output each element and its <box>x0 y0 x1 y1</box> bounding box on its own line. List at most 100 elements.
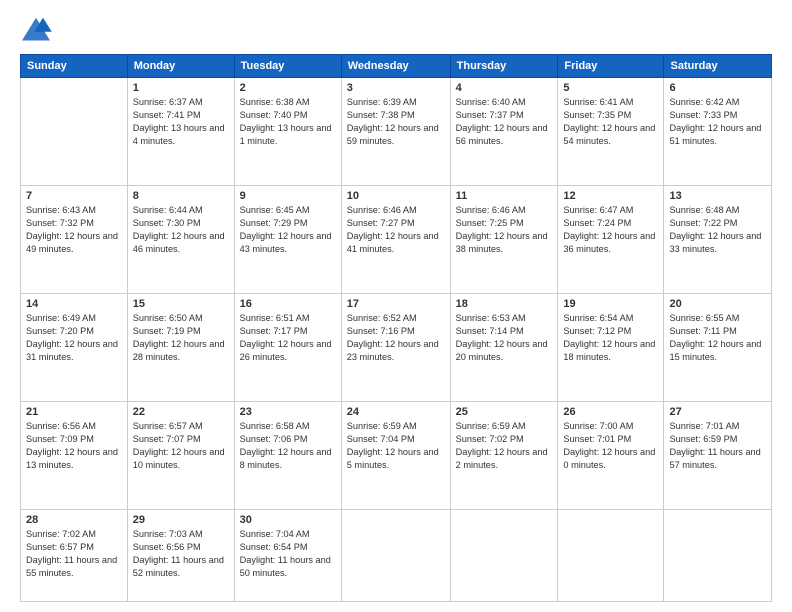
calendar-cell <box>664 510 772 602</box>
cell-info: Sunrise: 6:55 AM Sunset: 7:11 PM Dayligh… <box>669 312 766 364</box>
calendar-table: SundayMondayTuesdayWednesdayThursdayFrid… <box>20 54 772 602</box>
cell-date-number: 26 <box>563 406 658 418</box>
calendar-cell: 11 Sunrise: 6:46 AM Sunset: 7:25 PM Dayli… <box>450 186 558 294</box>
cell-info: Sunrise: 6:46 AM Sunset: 7:25 PM Dayligh… <box>456 204 553 256</box>
cell-info: Sunrise: 7:01 AM Sunset: 6:59 PM Dayligh… <box>669 420 766 472</box>
calendar-cell: 30 Sunrise: 7:04 AM Sunset: 6:54 PM Dayli… <box>234 510 341 602</box>
cell-date-number: 16 <box>240 298 336 310</box>
calendar-cell <box>450 510 558 602</box>
calendar-week-4: 21Sunrise: 6:56 AM Sunset: 7:09 PM Dayli… <box>21 402 772 510</box>
cell-info: Sunrise: 7:04 AM Sunset: 6:54 PM Dayligh… <box>240 528 336 580</box>
calendar-cell <box>341 510 450 602</box>
cell-date-number: 10 <box>347 190 445 202</box>
cell-info: Sunrise: 6:40 AM Sunset: 7:37 PM Dayligh… <box>456 96 553 148</box>
cell-info: Sunrise: 6:43 AM Sunset: 7:32 PM Dayligh… <box>26 204 122 256</box>
cell-info: Sunrise: 7:02 AM Sunset: 6:57 PM Dayligh… <box>26 528 122 580</box>
cell-date-number: 5 <box>563 82 658 94</box>
cell-info: Sunrise: 6:57 AM Sunset: 7:07 PM Dayligh… <box>133 420 229 472</box>
calendar-cell: 19 Sunrise: 6:54 AM Sunset: 7:12 PM Dayli… <box>558 294 664 402</box>
logo <box>20 16 56 44</box>
cell-date-number: 20 <box>669 298 766 310</box>
calendar-cell: 29Sunrise: 7:03 AM Sunset: 6:56 PM Dayli… <box>127 510 234 602</box>
calendar-cell: 20 Sunrise: 6:55 AM Sunset: 7:11 PM Dayli… <box>664 294 772 402</box>
cell-info: Sunrise: 6:47 AM Sunset: 7:24 PM Dayligh… <box>563 204 658 256</box>
calendar-cell: 14 Sunrise: 6:49 AM Sunset: 7:20 PM Dayli… <box>21 294 128 402</box>
cell-info: Sunrise: 6:59 AM Sunset: 7:02 PM Dayligh… <box>456 420 553 472</box>
day-header-tuesday: Tuesday <box>234 55 341 78</box>
cell-info: Sunrise: 6:39 AM Sunset: 7:38 PM Dayligh… <box>347 96 445 148</box>
cell-date-number: 22 <box>133 406 229 418</box>
cell-info: Sunrise: 6:54 AM Sunset: 7:12 PM Dayligh… <box>563 312 658 364</box>
cell-info: Sunrise: 6:52 AM Sunset: 7:16 PM Dayligh… <box>347 312 445 364</box>
calendar-cell: 25 Sunrise: 6:59 AM Sunset: 7:02 PM Dayli… <box>450 402 558 510</box>
calendar-cell: 17Sunrise: 6:52 AM Sunset: 7:16 PM Dayli… <box>341 294 450 402</box>
day-header-wednesday: Wednesday <box>341 55 450 78</box>
cell-info: Sunrise: 6:44 AM Sunset: 7:30 PM Dayligh… <box>133 204 229 256</box>
calendar-week-2: 7 Sunrise: 6:43 AM Sunset: 7:32 PM Daylig… <box>21 186 772 294</box>
calendar-cell: 4 Sunrise: 6:40 AM Sunset: 7:37 PM Daylig… <box>450 78 558 186</box>
calendar-cell: 12 Sunrise: 6:47 AM Sunset: 7:24 PM Dayli… <box>558 186 664 294</box>
calendar-cell: 18 Sunrise: 6:53 AM Sunset: 7:14 PM Dayli… <box>450 294 558 402</box>
cell-info: Sunrise: 6:37 AM Sunset: 7:41 PM Dayligh… <box>133 96 229 148</box>
cell-info: Sunrise: 6:45 AM Sunset: 7:29 PM Dayligh… <box>240 204 336 256</box>
calendar-cell: 22 Sunrise: 6:57 AM Sunset: 7:07 PM Dayli… <box>127 402 234 510</box>
day-header-thursday: Thursday <box>450 55 558 78</box>
cell-info: Sunrise: 7:03 AM Sunset: 6:56 PM Dayligh… <box>133 528 229 580</box>
page: SundayMondayTuesdayWednesdayThursdayFrid… <box>0 0 792 612</box>
cell-info: Sunrise: 6:41 AM Sunset: 7:35 PM Dayligh… <box>563 96 658 148</box>
day-header-saturday: Saturday <box>664 55 772 78</box>
calendar-cell: 6Sunrise: 6:42 AM Sunset: 7:33 PM Daylig… <box>664 78 772 186</box>
logo-icon <box>20 16 52 44</box>
cell-date-number: 3 <box>347 82 445 94</box>
cell-date-number: 13 <box>669 190 766 202</box>
calendar-cell: 21Sunrise: 6:56 AM Sunset: 7:09 PM Dayli… <box>21 402 128 510</box>
cell-date-number: 28 <box>26 514 122 526</box>
cell-info: Sunrise: 6:51 AM Sunset: 7:17 PM Dayligh… <box>240 312 336 364</box>
cell-info: Sunrise: 6:58 AM Sunset: 7:06 PM Dayligh… <box>240 420 336 472</box>
cell-date-number: 4 <box>456 82 553 94</box>
cell-date-number: 1 <box>133 82 229 94</box>
calendar-cell: 1 Sunrise: 6:37 AM Sunset: 7:41 PM Daylig… <box>127 78 234 186</box>
cell-info: Sunrise: 6:38 AM Sunset: 7:40 PM Dayligh… <box>240 96 336 148</box>
cell-date-number: 11 <box>456 190 553 202</box>
cell-date-number: 6 <box>669 82 766 94</box>
cell-date-number: 19 <box>563 298 658 310</box>
cell-info: Sunrise: 6:50 AM Sunset: 7:19 PM Dayligh… <box>133 312 229 364</box>
day-header-friday: Friday <box>558 55 664 78</box>
cell-date-number: 12 <box>563 190 658 202</box>
cell-info: Sunrise: 6:59 AM Sunset: 7:04 PM Dayligh… <box>347 420 445 472</box>
day-header-sunday: Sunday <box>21 55 128 78</box>
calendar-cell: 9 Sunrise: 6:45 AM Sunset: 7:29 PM Daylig… <box>234 186 341 294</box>
cell-info: Sunrise: 6:53 AM Sunset: 7:14 PM Dayligh… <box>456 312 553 364</box>
cell-info: Sunrise: 7:00 AM Sunset: 7:01 PM Dayligh… <box>563 420 658 472</box>
cell-date-number: 23 <box>240 406 336 418</box>
calendar-week-1: 1 Sunrise: 6:37 AM Sunset: 7:41 PM Daylig… <box>21 78 772 186</box>
cell-date-number: 18 <box>456 298 553 310</box>
calendar-cell <box>558 510 664 602</box>
calendar-week-3: 14 Sunrise: 6:49 AM Sunset: 7:20 PM Dayli… <box>21 294 772 402</box>
calendar-cell: 10 Sunrise: 6:46 AM Sunset: 7:27 PM Dayli… <box>341 186 450 294</box>
calendar-cell: 7 Sunrise: 6:43 AM Sunset: 7:32 PM Daylig… <box>21 186 128 294</box>
calendar-cell: 28 Sunrise: 7:02 AM Sunset: 6:57 PM Dayli… <box>21 510 128 602</box>
cell-date-number: 14 <box>26 298 122 310</box>
cell-info: Sunrise: 6:49 AM Sunset: 7:20 PM Dayligh… <box>26 312 122 364</box>
calendar-cell: 2Sunrise: 6:38 AM Sunset: 7:40 PM Daylig… <box>234 78 341 186</box>
calendar-header-row: SundayMondayTuesdayWednesdayThursdayFrid… <box>21 55 772 78</box>
cell-info: Sunrise: 6:56 AM Sunset: 7:09 PM Dayligh… <box>26 420 122 472</box>
calendar-cell: 26 Sunrise: 7:00 AM Sunset: 7:01 PM Dayli… <box>558 402 664 510</box>
calendar-cell: 24 Sunrise: 6:59 AM Sunset: 7:04 PM Dayli… <box>341 402 450 510</box>
cell-date-number: 27 <box>669 406 766 418</box>
header <box>20 16 772 44</box>
cell-date-number: 15 <box>133 298 229 310</box>
cell-date-number: 9 <box>240 190 336 202</box>
cell-date-number: 8 <box>133 190 229 202</box>
cell-date-number: 30 <box>240 514 336 526</box>
cell-info: Sunrise: 6:46 AM Sunset: 7:27 PM Dayligh… <box>347 204 445 256</box>
calendar-cell: 27 Sunrise: 7:01 AM Sunset: 6:59 PM Dayli… <box>664 402 772 510</box>
calendar-cell: 16 Sunrise: 6:51 AM Sunset: 7:17 PM Dayli… <box>234 294 341 402</box>
cell-date-number: 24 <box>347 406 445 418</box>
calendar-cell: 5 Sunrise: 6:41 AM Sunset: 7:35 PM Daylig… <box>558 78 664 186</box>
cell-date-number: 7 <box>26 190 122 202</box>
calendar-cell: 8 Sunrise: 6:44 AM Sunset: 7:30 PM Daylig… <box>127 186 234 294</box>
cell-date-number: 25 <box>456 406 553 418</box>
